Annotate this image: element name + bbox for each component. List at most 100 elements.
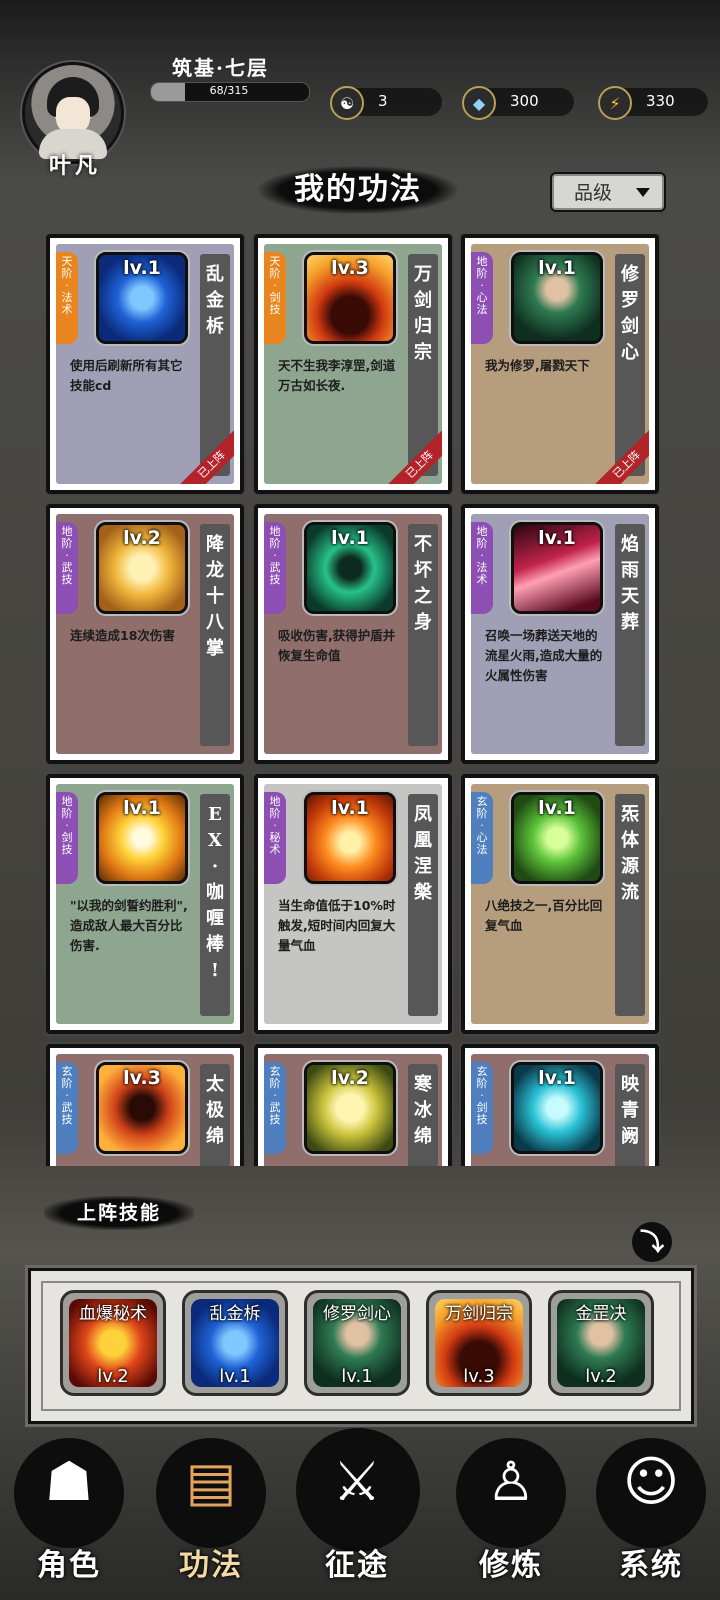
hooded-figure-icon: ☗ <box>44 1450 94 1513</box>
skill-name: 映 青 阙 <box>621 1074 639 1147</box>
skill-card[interactable]: 天 阶 · 剑 技 lv.3 万 剑 归 宗 天不生我李淳罡,剑道万古如长夜. … <box>254 234 452 494</box>
skill-level: lv.3 <box>123 1067 161 1089</box>
skill-tier-tag: 地 阶 · 剑 技 <box>56 792 78 884</box>
skill-icon-frame: lv.2 <box>96 522 188 614</box>
skill-card[interactable]: 玄 阶 · 武 技 lv.2 寒 冰 绵 <box>254 1044 452 1166</box>
skill-icon-frame: lv.1 <box>511 522 603 614</box>
skill-level: lv.3 <box>331 257 369 279</box>
nav-cultivation[interactable]: ♙ 修炼 <box>446 1408 576 1600</box>
skill-icon-frame: lv.2 <box>304 1062 396 1154</box>
skill-name: 太 极 绵 <box>206 1074 224 1147</box>
mascot-face-icon: ☺ <box>622 1450 680 1513</box>
skill-tier-tag: 玄 阶 · 剑 技 <box>471 1062 493 1154</box>
loadout-skill-name: 乱金柝 <box>209 1304 261 1324</box>
skill-description: 连续造成18次伤害 <box>70 628 175 643</box>
skill-name: E X · 咖 喱 棒 ! <box>206 804 224 981</box>
skill-card[interactable]: 玄 阶 · 武 技 lv.3 太 极 绵 <box>46 1044 244 1166</box>
skill-level: lv.1 <box>538 257 576 279</box>
skill-name-column: 凤 凰 涅 槃 <box>408 794 438 1016</box>
skill-card[interactable]: 地 阶 · 秘 术 lv.1 凤 凰 涅 槃 当生命值低于10%时触发,短时间内… <box>254 774 452 1034</box>
skill-level: lv.1 <box>331 797 369 819</box>
loadout-skill-level: lv.1 <box>219 1366 251 1387</box>
skill-card-body: 地 阶 · 武 技 lv.2 降 龙 十 八 掌 连续造成18次伤害 <box>56 514 234 754</box>
skill-description: 八绝技之一,百分比回复气血 <box>485 898 603 933</box>
skill-card[interactable]: 玄 阶 · 心 法 lv.1 炁 体 源 流 八绝技之一,百分比回复气血 <box>461 774 659 1034</box>
loadout-slot[interactable]: 金罡决 lv.2 <box>548 1290 654 1396</box>
skill-tier-tag: 地 阶 · 法 术 <box>471 522 493 614</box>
loadout-slot[interactable]: 血爆秘术 lv.2 <box>60 1290 166 1396</box>
skill-tier-tag: 地 阶 · 武 技 <box>264 522 286 614</box>
skill-card[interactable]: 地 阶 · 剑 技 lv.1 E X · 咖 喱 棒 ! "以我的剑誓约胜利",… <box>46 774 244 1034</box>
skill-name-column: 寒 冰 绵 <box>408 1064 438 1166</box>
skill-level: lv.1 <box>538 527 576 549</box>
skill-level: lv.2 <box>331 1067 369 1089</box>
skill-tier-tag: 天 阶 · 法 术 <box>56 252 78 344</box>
grade-filter-dropdown[interactable]: 品级 <box>550 172 666 212</box>
loadout-slot[interactable]: 万剑归宗 lv.3 <box>426 1290 532 1396</box>
skill-name-column: 不 坏 之 身 <box>408 524 438 746</box>
resource-yin-yang[interactable]: ☯ 3 <box>330 86 442 120</box>
skill-card[interactable]: 地 阶 · 法 术 lv.1 焰 雨 天 葬 召唤一场葬送天地的流星火雨,造成大… <box>461 504 659 764</box>
resource-spirit-stone[interactable]: ◆ 300 <box>462 86 574 120</box>
loadout-skill-name: 血爆秘术 <box>79 1304 147 1324</box>
nav-system[interactable]: ☺ 系统 <box>586 1408 716 1600</box>
loadout-title-text: 上阵技能 <box>76 1202 161 1224</box>
collapse-button[interactable]: ⤵ <box>632 1222 672 1262</box>
loadout-title: 上阵技能 <box>44 1196 194 1230</box>
skill-icon-frame: lv.1 <box>96 792 188 884</box>
skill-description: "以我的剑誓约胜利",造成敌人最大百分比伤害. <box>70 898 188 953</box>
skill-description: 我为修罗,屠戮天下 <box>485 358 590 373</box>
loadout-skill-level: lv.2 <box>585 1366 617 1387</box>
nav-journey[interactable]: ⚔ 征途 <box>292 1408 422 1600</box>
skill-tier-tag: 天 阶 · 剑 技 <box>264 252 286 344</box>
skill-icon-frame: lv.1 <box>511 1062 603 1154</box>
skill-card-body: 地 阶 · 剑 技 lv.1 E X · 咖 喱 棒 ! "以我的剑誓约胜利",… <box>56 784 234 1024</box>
skill-card-body: 地 阶 · 心 法 lv.1 修 罗 剑 心 我为修罗,屠戮天下 已上阵 <box>471 244 649 484</box>
nav-label: 功法 <box>179 1548 243 1583</box>
bottom-nav: ☗ 角色 ▤ 功法 ⚔ 征途 ♙ 修炼 ☺ 系统 <box>0 1408 720 1600</box>
chevron-down-icon <box>636 188 650 197</box>
loadout-slot[interactable]: 乱金柝 lv.1 <box>182 1290 288 1396</box>
sword-emblem-icon: ⚔ <box>332 1450 382 1513</box>
skill-description: 吸收伤害,获得护盾并恢复生命值 <box>278 628 396 663</box>
loadout-skill-level: lv.1 <box>341 1366 373 1387</box>
skill-level: lv.1 <box>123 797 161 819</box>
loadout-skill-level: lv.2 <box>97 1366 129 1387</box>
skill-name: 降 龙 十 八 掌 <box>206 534 224 659</box>
skill-card-body: 玄 阶 · 心 法 lv.1 炁 体 源 流 八绝技之一,百分比回复气血 <box>471 784 649 1024</box>
skill-card[interactable]: 玄 阶 · 剑 技 lv.1 映 青 阙 <box>461 1044 659 1166</box>
equipped-label: 已上阵 <box>384 426 442 484</box>
skill-card-body: 玄 阶 · 剑 技 lv.1 映 青 阙 <box>471 1054 649 1166</box>
nav-label: 修炼 <box>479 1548 543 1583</box>
loadout-skill-name: 金罡决 <box>575 1304 627 1324</box>
skill-card[interactable]: 地 阶 · 武 技 lv.2 降 龙 十 八 掌 连续造成18次伤害 <box>46 504 244 764</box>
skill-card-body: 玄 阶 · 武 技 lv.3 太 极 绵 <box>56 1054 234 1166</box>
equipped-ribbon: 已上阵 <box>384 426 442 484</box>
skill-card-body: 天 阶 · 法 术 lv.1 乱 金 柝 使用后刷新所有其它技能cd 已上阵 <box>56 244 234 484</box>
skill-card-body: 地 阶 · 秘 术 lv.1 凤 凰 涅 槃 当生命值低于10%时触发,短时间内… <box>264 784 442 1024</box>
skill-name: 不 坏 之 身 <box>414 534 432 633</box>
resource-energy[interactable]: ⚡ 330 <box>598 86 708 120</box>
loadout-slot[interactable]: 修罗剑心 lv.1 <box>304 1290 410 1396</box>
skill-name-column: 太 极 绵 <box>200 1064 230 1166</box>
skill-icon-frame: lv.1 <box>511 792 603 884</box>
lightning-energy-icon: ⚡ <box>598 86 632 120</box>
nav-role[interactable]: ☗ 角色 <box>4 1408 134 1600</box>
nav-label: 角色 <box>37 1548 101 1583</box>
skill-name: 修 罗 剑 心 <box>621 264 639 363</box>
equipped-ribbon: 已上阵 <box>591 426 649 484</box>
skill-name: 乱 金 柝 <box>206 264 224 337</box>
skill-name: 凤 凰 涅 槃 <box>414 804 432 903</box>
loadout-skill-name: 修罗剑心 <box>323 1304 391 1324</box>
skill-icon-frame: lv.1 <box>304 792 396 884</box>
skill-name-column: 焰 雨 天 葬 <box>615 524 645 746</box>
resource-value: 3 <box>378 92 388 110</box>
skill-card-body: 玄 阶 · 武 技 lv.2 寒 冰 绵 <box>264 1054 442 1166</box>
skill-grid[interactable]: 天 阶 · 法 术 lv.1 乱 金 柝 使用后刷新所有其它技能cd 已上阵 天… <box>46 234 666 1166</box>
nav-techniques[interactable]: ▤ 功法 <box>146 1408 276 1600</box>
skill-card[interactable]: 天 阶 · 法 术 lv.1 乱 金 柝 使用后刷新所有其它技能cd 已上阵 <box>46 234 244 494</box>
skill-card[interactable]: 地 阶 · 武 技 lv.1 不 坏 之 身 吸收伤害,获得护盾并恢复生命值 <box>254 504 452 764</box>
skill-level: lv.1 <box>123 257 161 279</box>
nav-label: 征途 <box>325 1548 389 1583</box>
skill-card[interactable]: 地 阶 · 心 法 lv.1 修 罗 剑 心 我为修罗,屠戮天下 已上阵 <box>461 234 659 494</box>
